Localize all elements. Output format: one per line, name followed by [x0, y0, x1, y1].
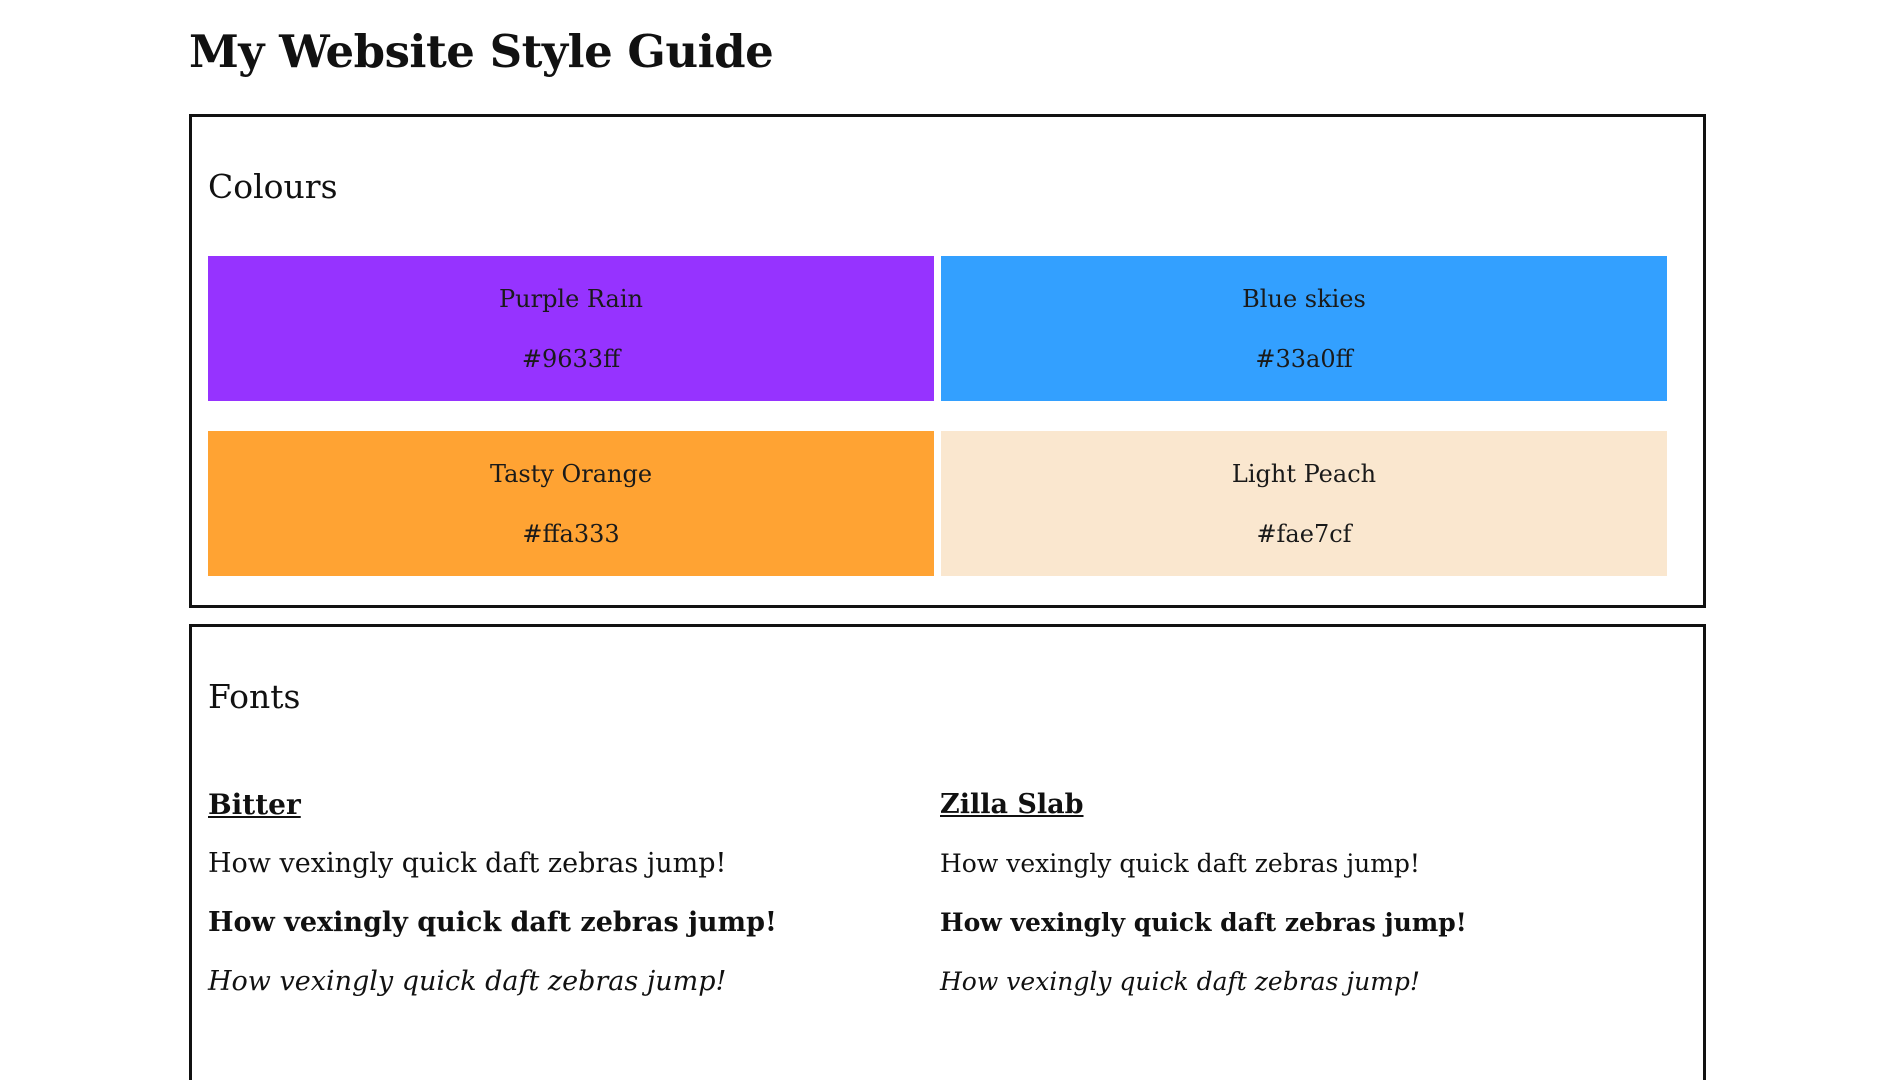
swatch-name: Blue skies — [1242, 284, 1366, 313]
swatch-hex: #33a0ff — [1255, 344, 1353, 373]
swatch-hex: #9633ff — [521, 344, 621, 373]
font-sample-bold: How vexingly quick daft zebras jump! — [940, 908, 1467, 937]
swatch-name: Purple Rain — [498, 284, 643, 313]
swatch-blue-skies: Blue skies #33a0ff — [941, 256, 1667, 401]
font-sample-italic: How vexingly quick daft zebras jump! — [940, 967, 1420, 996]
font-sample-italic: How vexingly quick daft zebras jump! — [208, 966, 727, 997]
font-specimen-zilla-slab: Zilla Slab How vexingly quick daft zebra… — [940, 787, 1667, 1022]
swatch-hex: #fae7cf — [1256, 519, 1352, 548]
font-family-name: Zilla Slab — [940, 789, 1084, 820]
colours-heading: Colours — [208, 167, 338, 206]
swatch-hex: #ffa333 — [522, 519, 620, 548]
swatch-purple-rain: Purple Rain #9633ff — [208, 256, 934, 401]
colour-swatch-grid: Purple Rain #9633ff Blue skies #33a0ff T… — [208, 256, 1667, 576]
page-title: My Website Style Guide — [189, 25, 774, 78]
swatch-name: Tasty Orange — [489, 459, 653, 488]
swatch-tasty-orange: Tasty Orange #ffa333 — [208, 431, 934, 576]
font-specimen-grid: Bitter How vexingly quick daft zebras ju… — [208, 787, 1667, 1022]
fonts-heading: Fonts — [208, 677, 301, 716]
font-sample-bold: How vexingly quick daft zebras jump! — [208, 907, 777, 938]
swatch-light-peach: Light Peach #fae7cf — [941, 431, 1667, 576]
font-specimen-bitter: Bitter How vexingly quick daft zebras ju… — [208, 787, 940, 1022]
font-sample-regular: How vexingly quick daft zebras jump! — [940, 849, 1420, 878]
font-family-name: Bitter — [208, 788, 301, 821]
font-sample-regular: How vexingly quick daft zebras jump! — [208, 848, 727, 879]
colours-section: Colours Purple Rain #9633ff Blue skies #… — [189, 114, 1706, 608]
swatch-name: Light Peach — [1231, 459, 1377, 488]
fonts-section: Fonts Bitter How vexingly quick daft zeb… — [189, 624, 1706, 1080]
